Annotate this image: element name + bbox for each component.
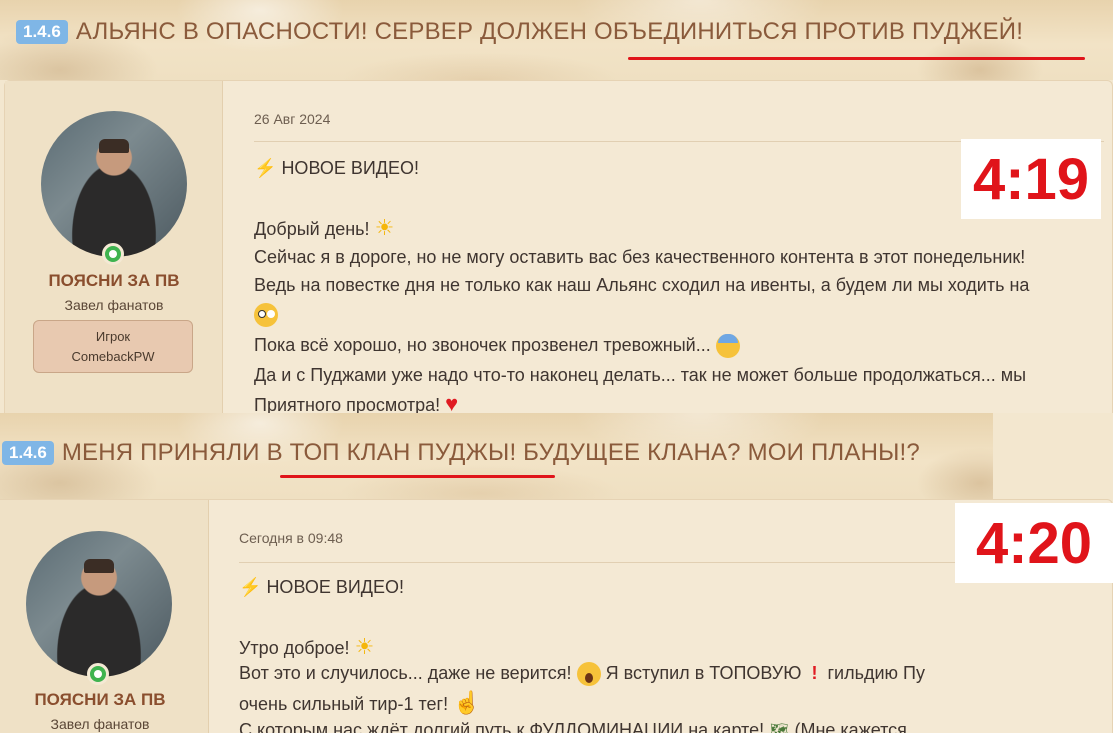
map-icon: 🗺: [769, 723, 790, 733]
post-line-text: (Мне кажется: [794, 720, 907, 733]
avatar[interactable]: [41, 111, 187, 257]
post-card: ПОЯСНИ ЗА ПВ Завел фанатов Сегодня в 09:…: [0, 499, 1113, 733]
role-badge-line2: ComebackPW: [71, 349, 155, 364]
sun-emoji-icon: ☀: [354, 634, 375, 659]
red-underline: [628, 57, 1085, 60]
lightning-icon: ⚡: [239, 577, 262, 597]
post-line-text: Я вступил в ТОПОВУЮ: [605, 662, 802, 683]
post-line: Вот это и случилось... даже не верится! …: [239, 662, 925, 686]
thread-title[interactable]: АЛЬЯНС В ОПАСНОСТИ! СЕРВЕР ДОЛЖЕН ОБЪЕДИ…: [76, 18, 1023, 46]
avatar[interactable]: [26, 531, 172, 677]
online-indicator-icon: [102, 243, 124, 265]
user-title: Завел фанатов: [64, 297, 164, 313]
post-line: С которым нас ждёт долгий путь к ФУЛДОМИ…: [239, 720, 907, 733]
red-underline: [280, 475, 555, 478]
exclamation-icon: !: [806, 662, 823, 683]
username[interactable]: ПОЯСНИ ЗА ПВ: [5, 271, 223, 291]
heart-icon: ♥: [445, 391, 459, 413]
post-body: 26 Авг 2024 ⚡ НОВОЕ ВИДЕО! Добрый день! …: [254, 81, 1113, 413]
finger-up-icon: ☝: [453, 690, 481, 715]
sun-emoji-icon: ☀: [374, 215, 395, 240]
user-info-panel: ПОЯСНИ ЗА ПВ Завел фанатов Игрок Comebac…: [5, 81, 223, 413]
post-date[interactable]: Сегодня в 09:48: [239, 530, 343, 546]
post-line: Добрый день! ☀: [254, 215, 394, 241]
post-line: Приятного просмотра! ♥: [254, 391, 458, 413]
flushed-face-icon: [254, 303, 278, 327]
scream-face-icon: [576, 662, 601, 686]
version-badge[interactable]: 1.4.6: [16, 20, 68, 44]
role-badge-line1: Игрок: [95, 329, 131, 344]
post-line-text: Вот это и случилось... даже не верится!: [239, 662, 572, 683]
user-info-panel: ПОЯСНИ ЗА ПВ Завел фанатов: [0, 500, 209, 733]
user-title: Завел фанатов: [50, 716, 150, 732]
username[interactable]: ПОЯСНИ ЗА ПВ: [0, 690, 209, 710]
post-line-text: С которым нас ждёт долгий путь к ФУЛДОМИ…: [239, 720, 765, 733]
post-line-text: Утро доброе!: [239, 638, 350, 658]
thread-title-row: 1.4.6 АЛЬЯНС В ОПАСНОСТИ! СЕРВЕР ДОЛЖЕН …: [16, 18, 1023, 46]
role-badge: Игрок ComebackPW: [33, 320, 193, 373]
post-line: ⚡ НОВОЕ ВИДЕО!: [239, 577, 404, 598]
post-line: очень сильный тир-1 тег! ☝: [239, 690, 481, 716]
video-timestamp: 4:19: [961, 139, 1101, 219]
thread-title-row: 1.4.6 МЕНЯ ПРИНЯЛИ В ТОП КЛАН ПУДЖЫ! БУД…: [2, 439, 920, 467]
online-indicator-icon: [87, 663, 109, 685]
thread-title[interactable]: МЕНЯ ПРИНЯЛИ В ТОП КЛАН ПУДЖЫ! БУДУЩЕЕ К…: [62, 439, 920, 467]
post-line-text: Пока всё хорошо, но звоночек прозвенел т…: [254, 334, 711, 355]
post-line: Пока всё хорошо, но звоночек прозвенел т…: [254, 334, 740, 358]
post-line: Утро доброе! ☀: [239, 634, 374, 660]
post-line: ⚡ НОВОЕ ВИДЕО!: [254, 158, 419, 179]
post-date[interactable]: 26 Авг 2024: [254, 111, 330, 127]
thread-banner: 1.4.6 МЕНЯ ПРИНЯЛИ В ТОП КЛАН ПУДЖЫ! БУД…: [0, 413, 993, 499]
post-line-text: НОВОЕ ВИДЕО!: [266, 577, 404, 597]
post-line-text: гильдию Пу: [827, 662, 925, 683]
post-line-text: НОВОЕ ВИДЕО!: [281, 158, 419, 178]
post-line: Да и с Пуджами уже надо что-то наконец д…: [254, 365, 1027, 385]
version-badge[interactable]: 1.4.6: [2, 441, 54, 465]
video-timestamp: 4:20: [955, 503, 1113, 583]
post-line-text: очень сильный тир-1 тег!: [239, 694, 449, 714]
post-line: Ведь на повестке дня не только как наш А…: [254, 275, 1030, 295]
post-body: Сегодня в 09:48 ⚡ НОВОЕ ВИДЕО! Утро добр…: [239, 500, 984, 733]
post-line-text: Приятного просмотра!: [254, 395, 441, 413]
post-line: [254, 303, 278, 327]
post-divider: [239, 562, 984, 563]
thread-screenshot-1: 1.4.6 АЛЬЯНС В ОПАСНОСТИ! СЕРВЕР ДОЛЖЕН …: [0, 0, 1113, 413]
thread-banner: 1.4.6 АЛЬЯНС В ОПАСНОСТИ! СЕРВЕР ДОЛЖЕН …: [0, 0, 1113, 80]
lightning-icon: ⚡: [254, 158, 277, 178]
thread-screenshot-2: 1.4.6 МЕНЯ ПРИНЯЛИ В ТОП КЛАН ПУДЖЫ! БУД…: [0, 413, 1113, 733]
post-line-text: Добрый день!: [254, 219, 370, 239]
post-line: Сейчас я в дороге, но не могу оставить в…: [254, 247, 1026, 267]
post-card: ПОЯСНИ ЗА ПВ Завел фанатов Игрок Comebac…: [4, 80, 1113, 413]
anxious-face-icon: [715, 334, 740, 358]
